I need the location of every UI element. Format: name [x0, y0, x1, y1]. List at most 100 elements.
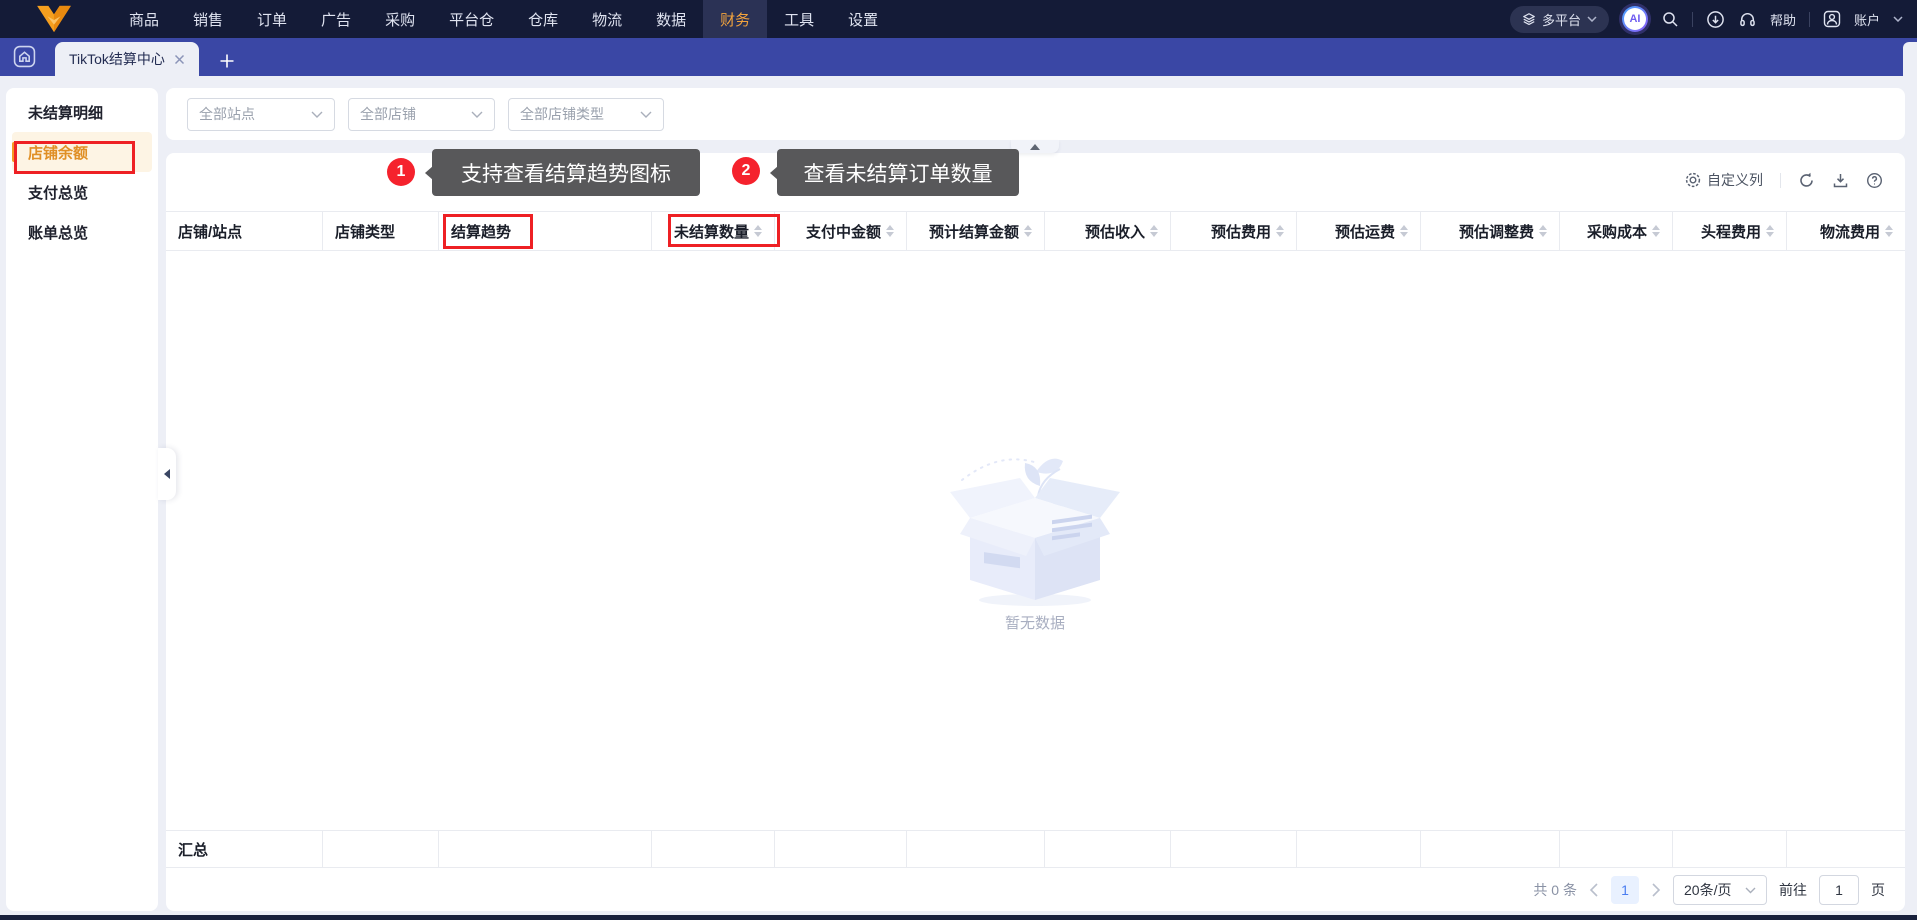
sort-icon[interactable]: [754, 225, 762, 237]
customize-columns-button[interactable]: 自定义列: [1685, 170, 1763, 190]
tab-tiktok-settlement-center[interactable]: TikTok结算中心: [55, 42, 199, 76]
headset-icon[interactable]: [1738, 10, 1757, 29]
total-count: 共 0 条: [1533, 882, 1577, 898]
column-header-store-site[interactable]: 店铺/站点: [166, 212, 323, 250]
sort-icon[interactable]: [886, 225, 894, 237]
download-circle-icon[interactable]: [1706, 10, 1725, 29]
chevron-down-icon: [471, 111, 483, 118]
filter-bar: 全部站点 全部店铺 全部店铺类型: [166, 88, 1905, 140]
fox-logo-icon[interactable]: [34, 4, 74, 34]
nav-item-products[interactable]: 商品: [112, 0, 176, 38]
nav-item-warehouse[interactable]: 仓库: [511, 0, 575, 38]
summary-cell: [1673, 831, 1787, 867]
column-header-first-leg-fee[interactable]: 头程费用: [1673, 212, 1787, 250]
sort-icon[interactable]: [1766, 225, 1774, 237]
nav-item-logistics[interactable]: 物流: [575, 0, 639, 38]
nav-item-data[interactable]: 数据: [639, 0, 703, 38]
platform-selector[interactable]: 多平台: [1509, 5, 1609, 33]
layers-icon: [1522, 12, 1536, 26]
column-header-settlement-trend[interactable]: 结算趋势: [439, 212, 652, 250]
home-icon[interactable]: [13, 45, 36, 68]
site-filter-select[interactable]: 全部站点: [187, 97, 335, 131]
main-menu: 商品 销售 订单 广告 采购 平台仓 仓库 物流 数据 财务 工具 设置: [112, 0, 895, 38]
column-header-estimated-income[interactable]: 预估收入: [1045, 212, 1171, 250]
page-number-button[interactable]: 1: [1611, 876, 1639, 904]
summary-cell: [1787, 831, 1905, 867]
goto-page-input[interactable]: [1819, 875, 1859, 905]
column-header-paying-amount[interactable]: 支付中金额: [775, 212, 907, 250]
store-filter-select[interactable]: 全部店铺: [348, 97, 495, 131]
callout-tooltip-2: 查看未结算订单数量: [777, 149, 1019, 196]
summary-cell: [439, 831, 652, 867]
nav-item-tools[interactable]: 工具: [767, 0, 831, 38]
customize-columns-icon: [1685, 172, 1701, 188]
divider: [1780, 172, 1781, 188]
summary-cell: [323, 831, 439, 867]
callout-badge-2: 2: [732, 157, 760, 185]
column-header-estimated-adjustment[interactable]: 预估调整费: [1421, 212, 1560, 250]
page-size-select[interactable]: 20条/页: [1673, 875, 1767, 905]
sidebar-collapse-handle[interactable]: [158, 448, 176, 500]
tab-label: TikTok结算中心: [69, 51, 165, 67]
empty-box-illustration: [940, 440, 1130, 608]
summary-cell: [1171, 831, 1297, 867]
summary-row: 汇总: [166, 830, 1905, 868]
close-icon[interactable]: [174, 54, 185, 65]
sidebar-item-payment-overview[interactable]: 支付总览: [12, 172, 152, 212]
nav-item-orders[interactable]: 订单: [240, 0, 304, 38]
nav-item-settings[interactable]: 设置: [831, 0, 895, 38]
nav-item-ads[interactable]: 广告: [304, 0, 368, 38]
ai-assistant-button[interactable]: AI: [1622, 6, 1648, 32]
column-header-logistics-fee[interactable]: 物流费用: [1787, 212, 1905, 250]
sort-icon[interactable]: [1024, 225, 1032, 237]
nav-item-purchase[interactable]: 采购: [368, 0, 432, 38]
sort-icon[interactable]: [1400, 225, 1408, 237]
summary-label: 汇总: [166, 831, 323, 867]
prev-page-icon[interactable]: [1589, 883, 1599, 897]
column-header-estimated-shipping[interactable]: 预估运费: [1297, 212, 1421, 250]
sort-icon[interactable]: [1885, 225, 1893, 237]
summary-cell: [652, 831, 775, 867]
sidebar-item-bill-overview[interactable]: 账单总览: [12, 212, 152, 252]
chevron-down-icon: [640, 111, 652, 118]
store-filter-value: 全部店铺: [360, 106, 416, 122]
sidebar: 未结算明细 店铺余额 支付总览 账单总览: [6, 88, 158, 911]
column-header-store-type[interactable]: 店铺类型: [323, 212, 439, 250]
divider: [1691, 11, 1693, 27]
add-tab-icon[interactable]: [219, 53, 235, 69]
sidebar-item-store-balance[interactable]: 店铺余额: [12, 132, 152, 172]
chevron-left-icon: [164, 469, 170, 479]
sort-icon[interactable]: [1150, 225, 1158, 237]
sidebar-item-unsettled-detail[interactable]: 未结算明细: [12, 92, 152, 132]
customize-columns-label: 自定义列: [1707, 172, 1763, 188]
empty-state: 暂无数据: [940, 440, 1130, 633]
nav-item-finance[interactable]: 财务: [703, 0, 768, 38]
sort-icon[interactable]: [1276, 225, 1284, 237]
platform-selector-label: 多平台: [1541, 12, 1581, 28]
column-header-estimated-fee[interactable]: 预估费用: [1171, 212, 1297, 250]
help-icon[interactable]: [1866, 172, 1883, 189]
column-header-purchase-cost[interactable]: 采购成本: [1560, 212, 1673, 250]
sort-icon[interactable]: [1539, 225, 1547, 237]
next-page-icon[interactable]: [1651, 883, 1661, 897]
store-type-filter-select[interactable]: 全部店铺类型: [508, 97, 664, 131]
user-icon[interactable]: [1823, 10, 1841, 28]
refresh-icon[interactable]: [1798, 172, 1815, 189]
page-unit-label: 页: [1871, 882, 1885, 898]
empty-state-text: 暂无数据: [1004, 615, 1065, 632]
account-menu[interactable]: 账户: [1854, 10, 1880, 29]
store-type-filter-value: 全部店铺类型: [520, 106, 604, 122]
bottom-window-edge: [0, 915, 1917, 920]
column-header-estimated-settlement[interactable]: 预计结算金额: [907, 212, 1045, 250]
search-icon[interactable]: [1661, 10, 1679, 28]
page-size-value: 20条/页: [1684, 882, 1732, 898]
download-icon[interactable]: [1832, 172, 1849, 189]
sort-icon[interactable]: [1652, 225, 1660, 237]
chevron-up-icon: [1030, 143, 1040, 150]
column-header-unsettled-count[interactable]: 未结算数量: [652, 212, 775, 250]
nav-item-platform-warehouse[interactable]: 平台仓: [432, 0, 511, 38]
nav-item-sales[interactable]: 销售: [176, 0, 240, 38]
chevron-down-icon: [1587, 16, 1597, 22]
app-window: 商品 销售 订单 广告 采购 平台仓 仓库 物流 数据 财务 工具 设置 多平台: [0, 0, 1917, 920]
help-link[interactable]: 帮助: [1770, 10, 1796, 29]
